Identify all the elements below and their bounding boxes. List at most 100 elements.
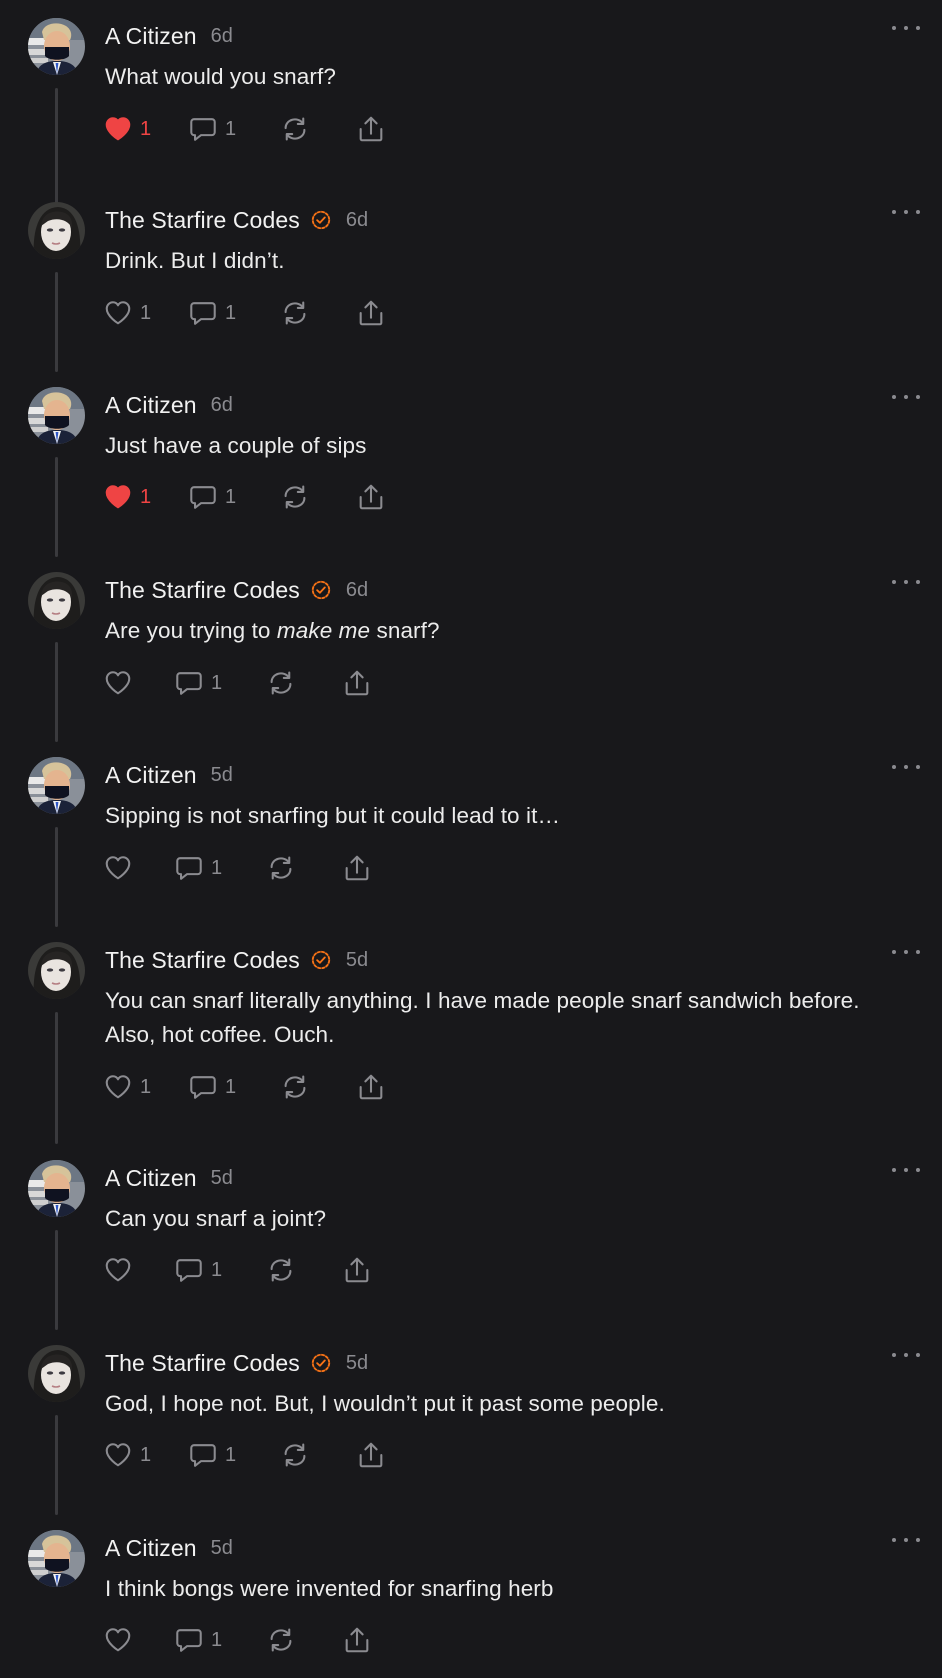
post-text: I think bongs were invented for snarfing…	[105, 1576, 554, 1601]
like-button[interactable]	[103, 851, 174, 885]
reply-button[interactable]: 1	[188, 1070, 280, 1104]
avatar[interactable]	[28, 1530, 85, 1587]
share-button[interactable]	[356, 1070, 386, 1104]
thread-line	[55, 827, 58, 927]
repost-button[interactable]	[280, 1438, 356, 1472]
verified-check-icon	[310, 579, 332, 601]
avatar[interactable]	[28, 202, 85, 259]
repost-button[interactable]	[266, 1623, 342, 1657]
share-upload-icon	[342, 1625, 372, 1655]
post-meta: A Citizen 6d	[105, 21, 233, 51]
author-name[interactable]: The Starfire Codes	[105, 577, 300, 604]
like-button[interactable]	[103, 666, 174, 700]
more-options-icon[interactable]	[892, 944, 920, 960]
more-options-icon[interactable]	[892, 1162, 920, 1178]
author-name[interactable]: A Citizen	[105, 1165, 197, 1192]
more-options-icon[interactable]	[892, 204, 920, 220]
reply-button[interactable]: 1	[188, 296, 280, 330]
like-button[interactable]	[103, 1623, 174, 1657]
like-button[interactable]: 1	[103, 112, 188, 146]
post-meta: A Citizen 6d	[105, 390, 233, 420]
reply-button[interactable]: 1	[174, 851, 266, 885]
more-options-icon[interactable]	[892, 389, 920, 405]
reply-count: 1	[225, 1075, 237, 1098]
share-button[interactable]	[356, 296, 386, 330]
reply-count: 1	[211, 1628, 223, 1651]
like-button[interactable]: 1	[103, 296, 188, 330]
like-button[interactable]: 1	[103, 480, 188, 514]
like-count: 1	[140, 485, 152, 508]
share-button[interactable]	[356, 1438, 386, 1472]
more-options-icon[interactable]	[892, 574, 920, 590]
thread-line	[55, 1415, 58, 1515]
repost-button[interactable]	[280, 1070, 356, 1104]
reply-count: 1	[211, 671, 223, 694]
repost-button[interactable]	[280, 296, 356, 330]
avatar[interactable]	[28, 387, 85, 444]
author-name[interactable]: A Citizen	[105, 23, 197, 50]
heart-filled-icon	[103, 482, 133, 512]
author-name[interactable]: A Citizen	[105, 1535, 197, 1562]
author-name[interactable]: A Citizen	[105, 762, 197, 789]
reply-button[interactable]: 1	[188, 480, 280, 514]
post-text: Just have a couple of sips	[105, 433, 367, 458]
post-actions: 1	[103, 1253, 372, 1287]
post-actions: 1 1	[103, 1438, 386, 1472]
repost-button[interactable]	[266, 1253, 342, 1287]
post-text: Sipping is not snarfing but it could lea…	[105, 803, 561, 828]
share-button[interactable]	[356, 112, 386, 146]
author-name[interactable]: A Citizen	[105, 392, 197, 419]
post-text: Are you trying to make me snarf?	[105, 618, 440, 643]
avatar[interactable]	[28, 942, 85, 999]
more-options-icon[interactable]	[892, 20, 920, 36]
heart-icon	[103, 853, 133, 883]
heart-icon	[103, 1625, 133, 1655]
repost-arrows-icon	[266, 853, 296, 883]
avatar[interactable]	[28, 18, 85, 75]
more-options-icon[interactable]	[892, 1347, 920, 1363]
avatar[interactable]	[28, 572, 85, 629]
share-button[interactable]	[356, 480, 386, 514]
author-name[interactable]: The Starfire Codes	[105, 1350, 300, 1377]
repost-arrows-icon	[266, 1255, 296, 1285]
avatar[interactable]	[28, 1160, 85, 1217]
reply-count: 1	[225, 1443, 237, 1466]
heart-icon	[103, 1440, 133, 1470]
reply-button[interactable]: 1	[174, 1253, 266, 1287]
reply-button[interactable]: 1	[174, 666, 266, 700]
like-button[interactable]	[103, 1253, 174, 1287]
share-upload-icon	[356, 298, 386, 328]
avatar[interactable]	[28, 1345, 85, 1402]
share-upload-icon	[356, 114, 386, 144]
avatar[interactable]	[28, 757, 85, 814]
more-options-icon[interactable]	[892, 759, 920, 775]
reply-button[interactable]: 1	[188, 1438, 280, 1472]
post-time: 6d	[210, 393, 233, 416]
author-name[interactable]: The Starfire Codes	[105, 207, 300, 234]
share-button[interactable]	[342, 666, 372, 700]
thread-line	[55, 272, 58, 372]
author-name[interactable]: The Starfire Codes	[105, 947, 300, 974]
repost-button[interactable]	[266, 851, 342, 885]
more-options-icon[interactable]	[892, 1532, 920, 1548]
like-button[interactable]: 1	[103, 1070, 188, 1104]
repost-button[interactable]	[266, 666, 342, 700]
post-time: 5d	[210, 763, 233, 786]
reply-button[interactable]: 1	[174, 1623, 266, 1657]
reply-button[interactable]: 1	[188, 112, 280, 146]
repost-arrows-icon	[280, 1072, 310, 1102]
post-meta: A Citizen 5d	[105, 1163, 233, 1193]
share-button[interactable]	[342, 1253, 372, 1287]
post-time: 6d	[345, 578, 369, 601]
like-button[interactable]: 1	[103, 1438, 188, 1472]
share-button[interactable]	[342, 1623, 372, 1657]
like-count: 1	[140, 1443, 152, 1466]
repost-arrows-icon	[280, 482, 310, 512]
heart-icon	[103, 1072, 133, 1102]
thread-line	[55, 1012, 58, 1144]
post-time: 5d	[345, 948, 369, 971]
repost-button[interactable]	[280, 480, 356, 514]
post-actions: 1 1	[103, 1070, 386, 1104]
repost-button[interactable]	[280, 112, 356, 146]
share-button[interactable]	[342, 851, 372, 885]
